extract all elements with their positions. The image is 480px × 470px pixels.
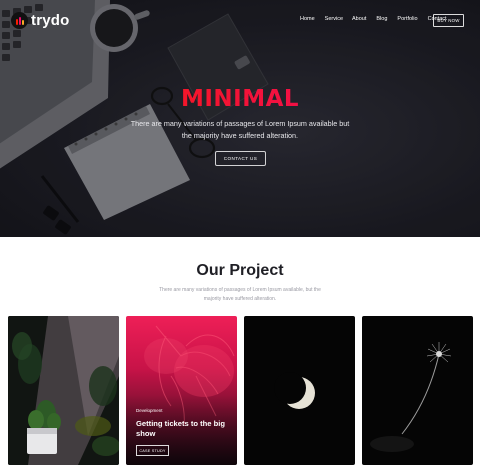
- nav-item-blog[interactable]: Blog: [376, 16, 387, 22]
- nav-item-home[interactable]: Home: [300, 16, 315, 22]
- section-title: Our Project: [196, 262, 284, 279]
- brand-name: trydo: [31, 11, 70, 29]
- contact-us-button[interactable]: CONTACT US: [215, 151, 266, 166]
- nav-item-portfolio[interactable]: Portfolio: [397, 16, 417, 22]
- hero-section: trydo Home Service About Blog Portfolio …: [0, 0, 480, 237]
- hero-title: MINIMAL: [0, 86, 480, 112]
- section-subtitle: There are many variations of passages of…: [159, 287, 321, 302]
- buy-now-button[interactable]: BUY NOW: [433, 14, 464, 27]
- crescent-moon-photo: [274, 372, 315, 409]
- brand-logo[interactable]: trydo: [11, 10, 70, 30]
- project-card-moon[interactable]: [244, 316, 355, 465]
- case-study-button[interactable]: CASE STUDY: [136, 445, 169, 456]
- plant-photo: [8, 316, 119, 465]
- top-navigation: trydo Home Service About Blog Portfolio …: [0, 0, 480, 40]
- project-card-tickets[interactable]: Development Getting tickets to the big s…: [126, 316, 237, 465]
- project-card-plant[interactable]: [8, 316, 119, 465]
- logo-bars-icon: [11, 11, 28, 29]
- hero-subtitle: There are many variations of passages of…: [130, 119, 350, 140]
- card-title[interactable]: Getting tickets to the big show: [136, 419, 236, 439]
- card-category: Development: [136, 408, 163, 413]
- nav-item-about[interactable]: About: [352, 16, 366, 22]
- nav-item-service[interactable]: Service: [325, 16, 343, 22]
- page: trydo Home Service About Blog Portfolio …: [0, 0, 480, 470]
- project-card-dandelion[interactable]: [362, 316, 473, 465]
- dandelion-photo: [370, 342, 452, 452]
